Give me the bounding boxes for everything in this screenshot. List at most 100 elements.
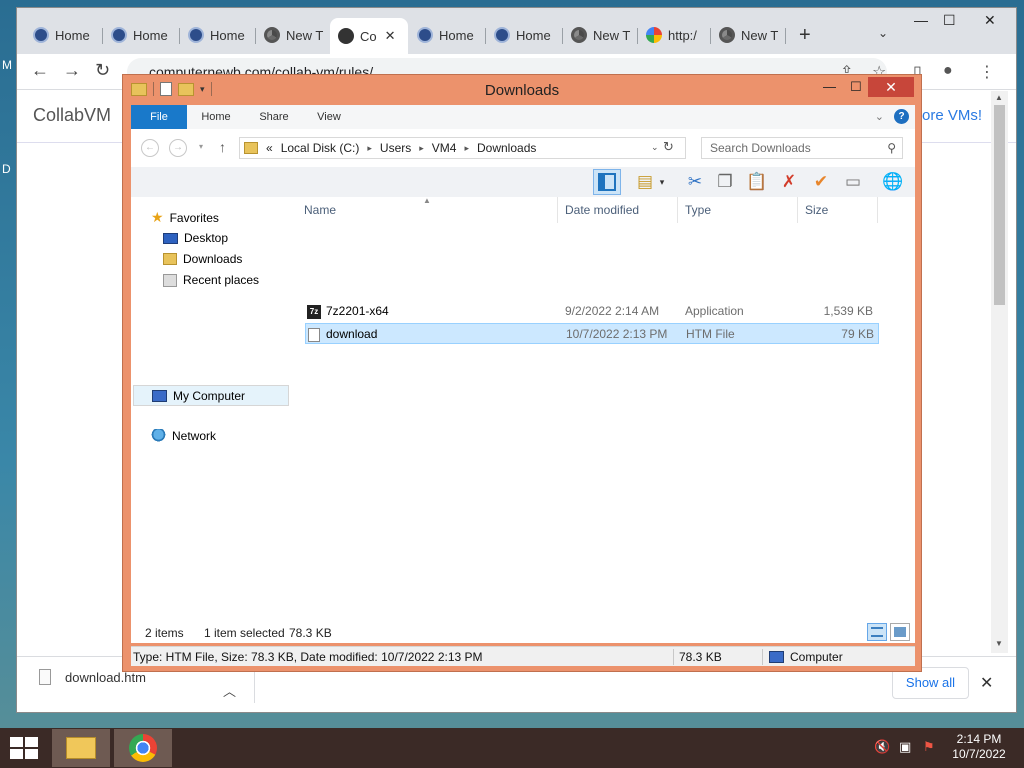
breadcrumb-downloads[interactable]: Downloads [477,141,536,155]
checkmark-icon: ✔ [813,172,829,191]
breadcrumb-overflow[interactable]: « [266,141,273,155]
tab-new-tab-3[interactable]: New T [711,20,785,50]
minimize-icon[interactable]: — [823,79,836,94]
tab-search-chevron-icon[interactable]: ⌄ [878,26,888,40]
tab-view[interactable]: View [305,105,353,129]
copy-icon: ❐ [717,172,733,191]
select-button[interactable]: ▭ [839,169,867,195]
column-type[interactable]: Type [678,197,798,223]
nav-my-computer[interactable]: My Computer [133,385,289,406]
close-tab-icon[interactable]: ✕ [385,28,396,44]
nav-network[interactable]: Network [151,429,216,443]
window-title: Downloads [484,82,560,99]
column-label: Name [304,203,337,217]
column-label: Size [805,203,829,217]
column-name[interactable]: Name ▲ [297,196,558,223]
delete-x-icon: ✗ [781,172,797,191]
maximize-icon[interactable]: ☐ [943,12,956,29]
taskbar-chrome[interactable] [114,729,172,767]
details-view-icon [871,627,883,637]
nav-downloads[interactable]: Downloads [163,252,242,266]
back-arrow-icon[interactable]: ← [31,60,49,81]
column-size[interactable]: Size [798,197,878,223]
chevron-right-icon[interactable]: ▸ [367,143,372,154]
system-clock[interactable]: 2:14 PM 10/7/2022 [944,732,1014,762]
reload-icon[interactable]: ↻ [95,60,110,81]
tab-collabvm-rules[interactable]: Co ✕ [330,18,408,54]
breadcrumb[interactable]: « Local Disk (C:) ▸ Users ▸ VM4 ▸ Downlo… [239,137,686,159]
ribbon-controls: ⌄ ? [875,109,909,124]
taskbar-explorer[interactable] [52,729,110,767]
rename-button[interactable]: ✔ [807,169,835,195]
paste-button[interactable]: 📋 [743,169,771,195]
explorer-titlebar[interactable]: ▾ Downloads — ☐ ✕ [123,75,921,105]
tab-home-1[interactable]: Home [25,20,101,50]
maximize-icon[interactable]: ☐ [850,79,862,95]
minimize-icon[interactable]: — [914,12,928,28]
search-input[interactable]: Search Downloads ⚲ [701,137,903,159]
collabvm-favicon-icon [417,27,433,43]
scrollbar-thumb[interactable] [994,105,1005,305]
tab-label: New T [593,27,631,43]
tab-google[interactable]: http:/ [638,20,710,50]
nav-recent-places[interactable]: Recent places [163,273,259,287]
folder-icon [244,142,258,154]
tab-new-tab-2[interactable]: New T [563,20,637,50]
forward-arrow-icon[interactable]: → [63,60,81,81]
address-dropdown-icon[interactable]: ⌄ [651,142,659,153]
close-shelf-icon[interactable]: ✕ [980,673,993,693]
preview-pane-button[interactable] [593,169,621,195]
breadcrumb-local-disk[interactable]: Local Disk (C:) [281,141,360,155]
delete-button[interactable]: ✗ [775,169,803,195]
new-tab-icon[interactable]: + [799,24,811,47]
back-icon[interactable]: ← [141,139,159,157]
tab-file[interactable]: File [131,105,187,129]
windows-start-icon[interactable] [10,737,38,759]
chevron-right-icon[interactable]: ▸ [464,143,469,154]
properties-dropdown-icon[interactable]: ▾ [655,169,669,195]
tab-home-3[interactable]: Home [180,20,256,50]
tab-home[interactable]: Home [191,105,241,129]
refresh-icon[interactable]: ↻ [663,139,674,155]
volume-muted-icon[interactable]: 🔇 [874,739,890,755]
more-vms-link[interactable]: ore VMs! [922,107,982,124]
scroll-down-icon[interactable]: ▼ [995,639,1003,648]
tab-new-tab-1[interactable]: New T [256,20,330,50]
details-view-button[interactable] [867,623,887,641]
expand-ribbon-icon[interactable]: ⌄ [875,110,884,123]
nav-label: My Computer [173,388,246,403]
forward-icon[interactable]: → [169,139,187,157]
nav-desktop[interactable]: Desktop [163,231,228,245]
tab-home-2[interactable]: Home [103,20,179,50]
large-icons-view-button[interactable] [890,623,910,641]
large-icons-view-icon [894,627,906,637]
file-row-7z2201[interactable]: 7z 7z2201-x64 9/2/2022 2:14 AM Applicatio… [305,301,879,322]
chevron-right-icon[interactable]: ▸ [419,143,424,154]
breadcrumb-users[interactable]: Users [380,141,411,155]
close-window-icon[interactable]: ✕ [984,12,996,29]
tab-home-5[interactable]: Home [486,20,562,50]
breadcrumb-vm4[interactable]: VM4 [432,141,457,155]
network-tray-icon[interactable]: ▣ [899,739,911,755]
profile-avatar-icon[interactable]: ● [943,62,953,80]
scissors-icon: ✂ [687,172,703,191]
action-center-icon[interactable]: ⚑ [923,739,935,755]
page-scrollbar[interactable]: ▲ ▼ [991,91,1008,653]
recent-locations-icon[interactable]: ▾ [199,142,203,151]
chevron-up-icon[interactable]: ︿ [223,681,236,700]
ribbon-tabs: File Home Share View ⌄ ? [131,105,915,129]
help-icon[interactable]: ? [894,109,909,124]
cut-button[interactable]: ✂ [681,169,709,195]
tab-share[interactable]: Share [249,105,299,129]
nav-favorites[interactable]: ★ Favorites [151,209,219,226]
network-globe-button[interactable]: 🌐 [879,169,907,195]
menu-kebab-icon[interactable]: ⋮ [979,62,995,82]
tab-home-4[interactable]: Home [409,20,485,50]
file-icon [39,669,51,685]
scroll-up-icon[interactable]: ▲ [995,93,1003,102]
copy-button[interactable]: ❐ [711,169,739,195]
close-window-button[interactable]: ✕ [868,77,914,97]
up-folder-icon[interactable]: ↑ [219,139,226,155]
column-date-modified[interactable]: Date modified [558,197,678,223]
file-row-download[interactable]: download 10/7/2022 2:13 PM HTM File 79 K… [305,323,879,344]
